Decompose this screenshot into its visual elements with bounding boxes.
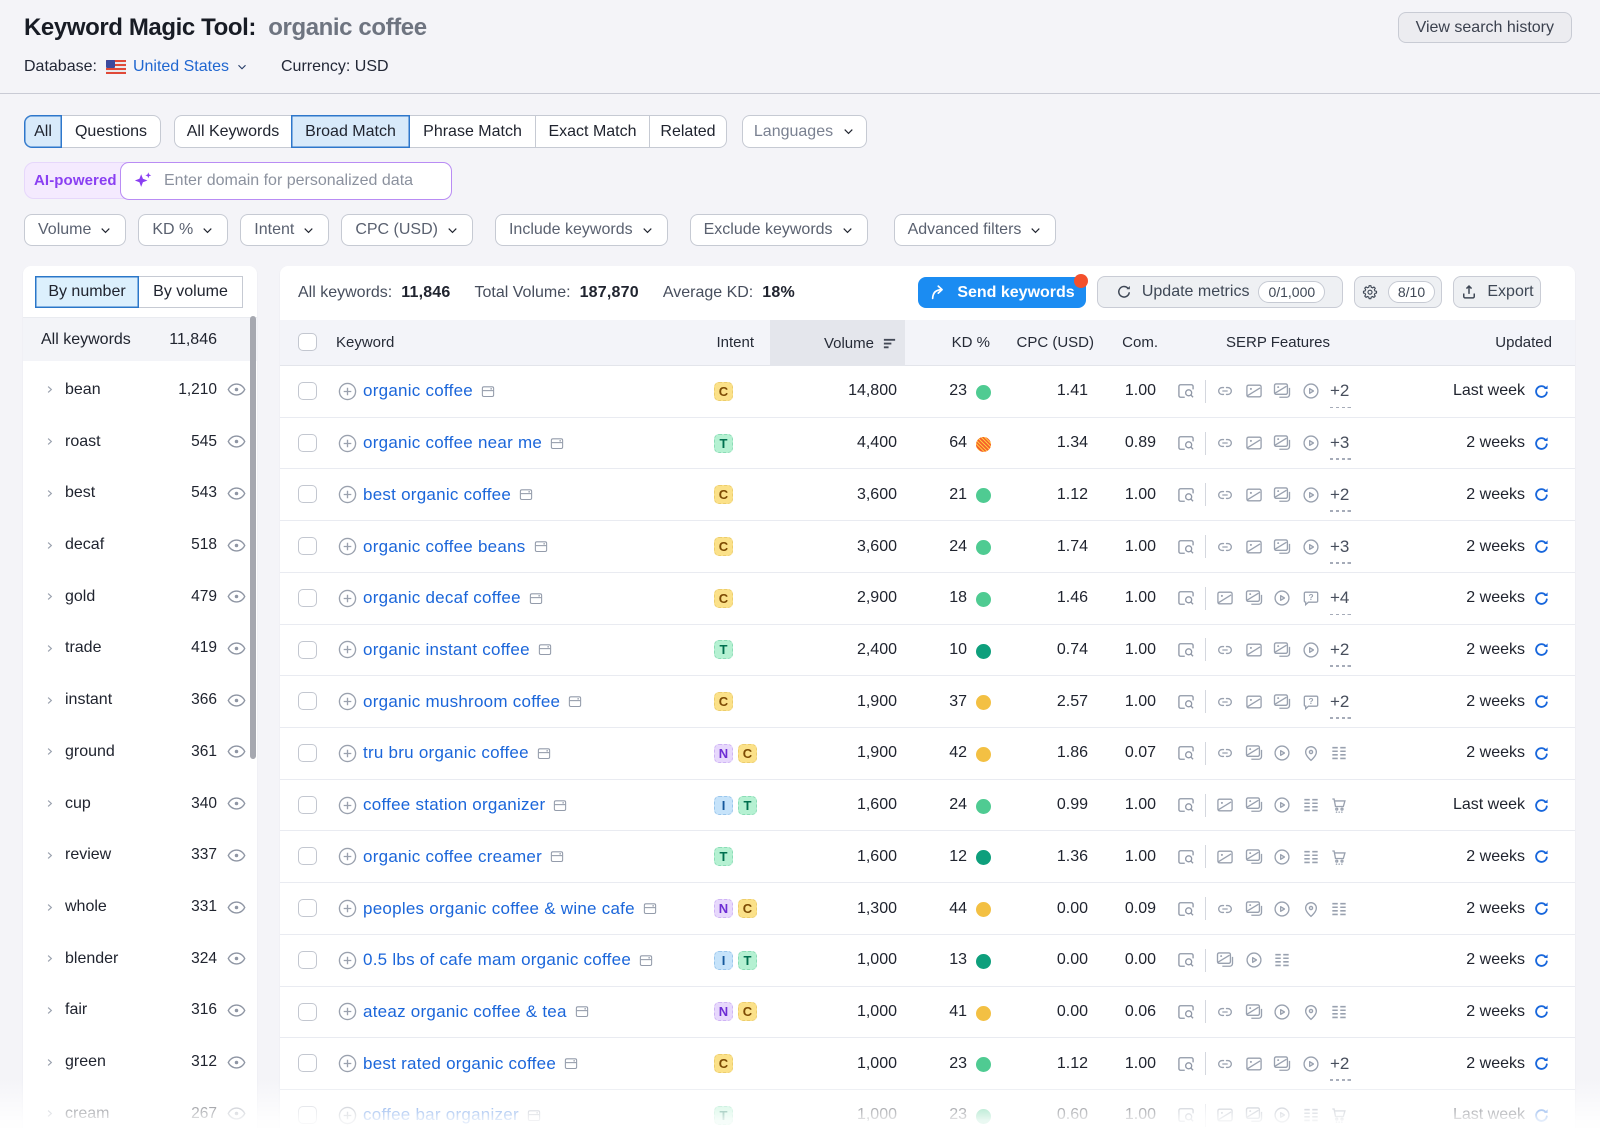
svg-text:?: ? (1308, 696, 1313, 706)
svg-text:?: ? (1308, 592, 1313, 602)
